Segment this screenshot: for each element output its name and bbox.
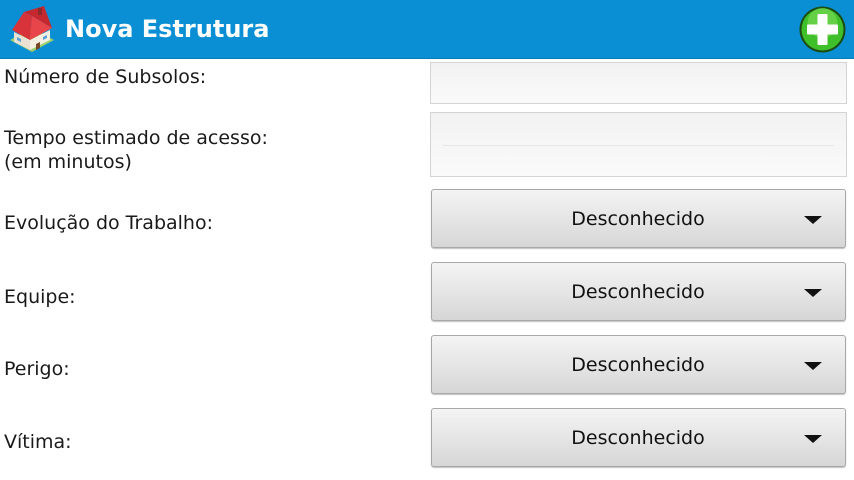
- equipe-dropdown[interactable]: Desconhecido: [431, 262, 846, 321]
- vitima-selected-value: Desconhecido: [571, 427, 705, 449]
- tempo-field[interactable]: [430, 112, 847, 177]
- house-icon[interactable]: [8, 6, 56, 52]
- field-underline: [443, 145, 834, 146]
- evolucao-label: Evolução do Trabalho:: [4, 212, 213, 234]
- evolucao-dropdown[interactable]: Desconhecido: [431, 189, 846, 248]
- dropdown-arrow-icon: [804, 362, 822, 370]
- page-title: Nova Estrutura: [65, 15, 270, 43]
- perigo-label: Perigo:: [4, 358, 70, 380]
- evolucao-selected-value: Desconhecido: [571, 208, 705, 230]
- subsolos-label: Número de Subsolos:: [4, 66, 207, 88]
- vitima-dropdown[interactable]: Desconhecido: [431, 408, 846, 467]
- add-button[interactable]: [798, 5, 847, 54]
- plus-circle-icon: [799, 6, 846, 53]
- dropdown-arrow-icon: [804, 289, 822, 297]
- tempo-label: Tempo estimado de acesso: (em minutos): [4, 127, 268, 173]
- dropdown-arrow-icon: [804, 435, 822, 443]
- dropdown-arrow-icon: [804, 216, 822, 224]
- vitima-label: Vítima:: [4, 431, 72, 453]
- subsolos-field[interactable]: [430, 62, 847, 104]
- perigo-selected-value: Desconhecido: [571, 354, 705, 376]
- perigo-dropdown[interactable]: Desconhecido: [431, 335, 846, 394]
- equipe-label: Equipe:: [4, 286, 76, 308]
- equipe-selected-value: Desconhecido: [571, 281, 705, 303]
- action-bar: Nova Estrutura: [0, 0, 854, 59]
